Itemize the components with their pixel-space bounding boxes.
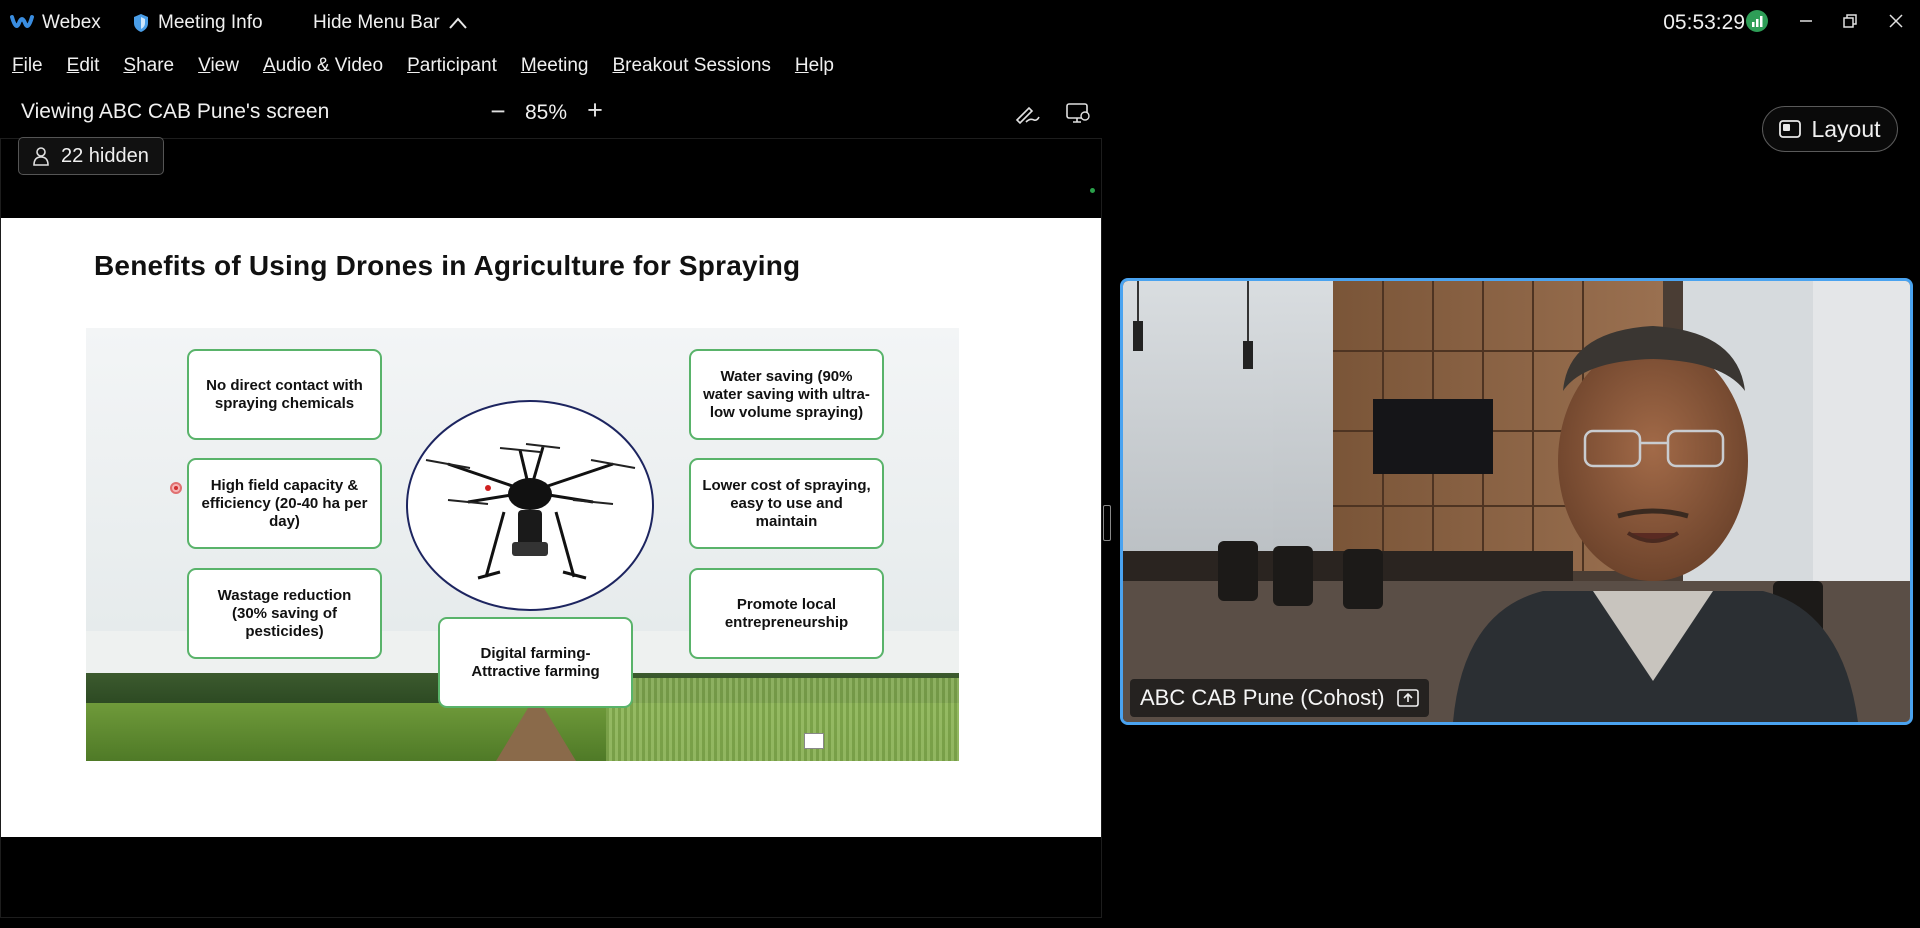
menu-meeting[interactable]: Meeting [509,52,601,82]
zoom-in-button[interactable]: + [583,95,607,126]
meeting-info-label: Meeting Info [158,12,263,33]
connection-signal-icon[interactable] [1746,10,1768,32]
shield-icon [134,14,148,32]
presentation-slide: Benefits of Using Drones in Agriculture … [1,218,1101,837]
zoom-out-button[interactable]: − [486,96,510,127]
person-icon [33,147,49,166]
drone-icon [425,443,636,580]
participant-video-feed [1123,281,1910,722]
benefit-water-saving: Water saving (90% water saving with ultr… [689,349,884,440]
chevron-up-icon [448,17,467,29]
participant-name: ABC CAB Pune (Cohost) [1140,685,1385,710]
benefit-local-entrepreneurship: Promote local entrepreneurship [689,568,884,659]
annotate-button[interactable] [1012,98,1042,128]
restore-icon [1843,14,1857,28]
hidden-participants-button[interactable]: 22 hidden [18,137,164,175]
menu-participant[interactable]: Participant [395,52,509,82]
share-toolbar: Viewing ABC CAB Pune's screen − 85% + [0,92,1102,132]
drone-circle [406,400,654,611]
hide-menu-bar-label: Hide Menu Bar [313,12,440,33]
hidden-count: 22 hidden [61,144,149,167]
webex-logo-icon [10,15,34,28]
screen-options-button[interactable] [1063,98,1093,128]
zoom-level: 85% [525,101,568,124]
menu-edit[interactable]: Edit [55,52,112,82]
layout-button[interactable]: Layout [1762,106,1898,152]
menu-help[interactable]: Help [783,52,846,82]
webex-app-title: Webex [10,12,101,34]
menu-view[interactable]: View [186,52,251,82]
laser-pointer [170,482,182,494]
menu-breakout-sessions[interactable]: Breakout Sessions [600,52,782,82]
minimize-icon [1800,20,1812,22]
minimize-button[interactable] [1786,6,1826,36]
menu-bar: File Edit Share View Audio & Video Parti… [0,52,846,82]
layout-icon [1779,120,1802,138]
app-name: Webex [42,12,101,33]
slide-title: Benefits of Using Drones in Agriculture … [94,250,801,281]
monitor-icon [1066,103,1090,123]
benefit-no-direct-contact: No direct contact with spraying chemical… [187,349,382,440]
hide-menu-bar-button[interactable]: Hide Menu Bar [313,12,468,34]
benefit-wastage-reduction: Wastage reduction (30% saving of pestici… [187,568,382,659]
viewing-label: Viewing ABC CAB Pune's screen [21,100,330,123]
screen-share-icon [1396,689,1419,707]
meeting-clock: 05:53:29 [1663,11,1745,34]
layout-label: Layout [1811,115,1881,142]
restore-button[interactable] [1830,6,1870,36]
benefit-high-field-capacity: High field capacity & efficiency (20-40 … [187,458,382,549]
benefit-lower-cost: Lower cost of spraying, easy to use and … [689,458,884,549]
meeting-info-button[interactable]: Meeting Info [132,12,263,34]
title-bar: Webex Meeting Info Hide Menu Bar 05:53:2… [0,0,1920,44]
pen-annotate-icon [1015,106,1040,125]
participant-name-tag: ABC CAB Pune (Cohost) [1130,679,1429,717]
menu-file[interactable]: File [0,52,55,82]
menu-share[interactable]: Share [111,52,186,82]
close-button[interactable] [1876,6,1916,36]
activity-indicator [1090,188,1095,193]
panel-resize-handle[interactable] [1103,505,1111,541]
participant-video-tile[interactable]: ABC CAB Pune (Cohost) [1120,278,1913,725]
menu-audio-video[interactable]: Audio & Video [251,52,395,82]
close-icon [1889,14,1903,28]
benefit-digital-farming: Digital farming-Attractive farming [438,617,633,708]
